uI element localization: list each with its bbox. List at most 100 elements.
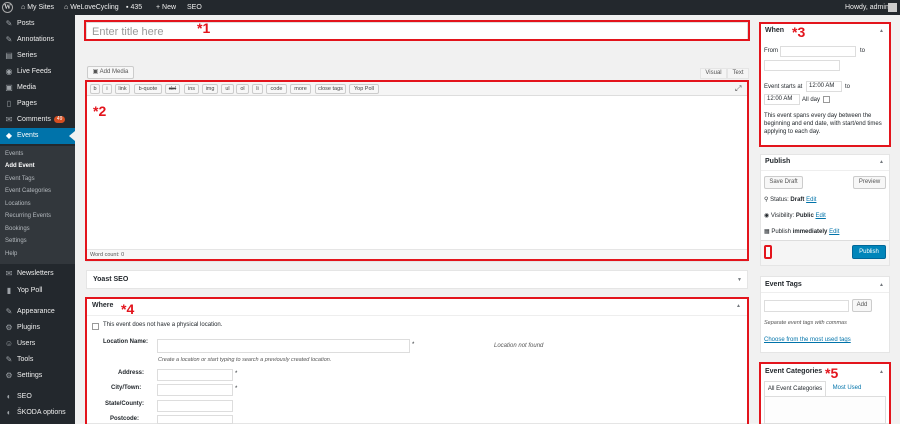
settings-icon: ⚙ [5, 371, 13, 380]
annotation-box-2 [85, 80, 749, 261]
submenu-events[interactable]: Events [5, 149, 23, 159]
menu-label: Events [17, 132, 39, 139]
annotation-label-3: *3 [792, 24, 806, 40]
site-name-link[interactable]: ⌂ WeLoveCycling [64, 0, 119, 15]
current-menu-arrow [69, 131, 75, 141]
avatar[interactable] [888, 3, 897, 12]
seo-icon: ◐ [6, 392, 12, 401]
submenu-help[interactable]: Help [5, 249, 17, 259]
feed-icon: ◉ [5, 67, 13, 76]
comments-badge: 49 [53, 116, 66, 123]
my-sites-link[interactable]: ⌂ My Sites [21, 0, 54, 15]
submenu-bookings[interactable]: Bookings [5, 224, 30, 234]
users-icon: ☺ [4, 339, 14, 348]
menu-appearance[interactable]: ✎ Appearance [0, 304, 75, 320]
new-content-link[interactable]: + New [156, 0, 176, 15]
menu-label: Tools [17, 356, 34, 363]
annotation-label-5: *5 [825, 365, 839, 381]
menu-label: Annotations [17, 36, 54, 43]
submenu-recurring-events[interactable]: Recurring Events [5, 211, 51, 221]
menu-plugins[interactable]: ⚙ Plugins [0, 320, 75, 336]
annotation-label-2: *2 [93, 103, 107, 119]
menu-seo[interactable]: ◐ SEO [0, 389, 75, 405]
tools-icon: ✎ [5, 355, 13, 364]
series-icon: ▤ [5, 51, 13, 60]
publish-button[interactable]: Publish [852, 245, 886, 259]
status-value: Draft [790, 197, 805, 203]
preview-button[interactable]: Preview [853, 176, 886, 189]
add-media-button[interactable]: ▣ Add Media [87, 66, 134, 79]
site-name-label: WeLoveCycling [70, 4, 119, 11]
visibility-edit-link[interactable]: Edit [816, 213, 826, 219]
status-edit-link[interactable]: Edit [806, 197, 816, 203]
chevron-up-icon[interactable]: ▲ [879, 159, 884, 165]
menu-events[interactable]: ◆ Events [0, 128, 75, 144]
comment-icon: ✉ [5, 115, 13, 124]
menu-newsletters[interactable]: ✉ Newsletters [0, 266, 75, 282]
divider [761, 170, 889, 171]
menu-media[interactable]: ▣ Media [0, 80, 75, 96]
menu-skoda-options[interactable]: ◐ ŠKODA options [0, 405, 75, 421]
menu-label: Series [17, 52, 37, 59]
menu-pages[interactable]: ▯ Pages [0, 96, 75, 112]
menu-label: Plugins [17, 324, 40, 331]
chevron-down-icon[interactable]: ▼ [737, 277, 742, 283]
menu-live-feeds[interactable]: ◉ Live Feeds [0, 64, 75, 80]
menu-series[interactable]: ▤ Series [0, 48, 75, 64]
menu-label: Users [17, 340, 36, 347]
howdy-link[interactable]: Howdy, admin [845, 0, 889, 15]
status-label: Status: [770, 197, 789, 203]
divider [761, 292, 889, 293]
poll-icon: ▮ [6, 286, 12, 295]
event-tags-hint: Separate event tags with commas [764, 320, 847, 326]
appearance-icon: ✎ [5, 307, 13, 316]
menu-label: SEO [17, 393, 32, 400]
menu-tools[interactable]: ✎ Tools [0, 352, 75, 368]
choose-tags-link[interactable]: Choose from the most used tags [764, 337, 851, 343]
annotation-label-4: *4 [121, 301, 135, 317]
submenu-add-event[interactable]: Add Event [5, 161, 35, 171]
wordpress-logo-icon[interactable]: W [2, 2, 13, 13]
submenu-settings[interactable]: Settings [5, 236, 27, 246]
tab-text[interactable]: Text [727, 68, 749, 79]
save-draft-button[interactable]: Save Draft [764, 176, 803, 189]
publish-label: Publish [771, 229, 792, 235]
trash-icon[interactable] [764, 245, 772, 259]
submenu-event-categories[interactable]: Event Categories [5, 186, 51, 196]
eye-icon: ◉ [764, 213, 771, 219]
submenu-event-tags[interactable]: Event Tags [5, 174, 35, 184]
visibility-label: Visibility: [770, 213, 795, 219]
submenu-locations[interactable]: Locations [5, 199, 31, 209]
newsletter-icon: ✉ [5, 269, 13, 278]
menu-label: Media [17, 84, 37, 91]
menu-posts[interactable]: ✎ Posts [0, 16, 75, 32]
new-label: New [162, 4, 177, 11]
menu-users[interactable]: ☺ Users [0, 336, 75, 352]
add-tag-button[interactable]: Add [852, 299, 872, 312]
page-icon: ▯ [6, 99, 12, 108]
event-tags-input[interactable] [764, 300, 849, 312]
yoast-title: Yoast SEO [93, 276, 129, 283]
annotation-box-1 [84, 20, 750, 41]
annotation-label-1: *1 [197, 20, 211, 36]
chevron-up-icon[interactable]: ▲ [879, 282, 884, 288]
schedule-row: ▦ Publish immediately Edit [764, 228, 839, 235]
event-tags-title: Event Tags [765, 281, 802, 288]
menu-label: Newsletters [17, 270, 54, 277]
menu-yop-poll[interactable]: ▮ Yop Poll [0, 283, 75, 299]
menu-label: Live Feeds [17, 68, 52, 75]
menu-comments[interactable]: ✉ Comments 49 [0, 112, 75, 128]
seo-link[interactable]: SEO [187, 0, 202, 15]
menu-settings[interactable]: ⚙ Settings [0, 368, 75, 384]
schedule-edit-link[interactable]: Edit [829, 229, 839, 235]
status-row: ⚲ Status: Draft Edit [764, 196, 816, 203]
pin-icon: ✎ [5, 19, 13, 28]
visibility-value: Public [795, 213, 814, 219]
menu-label: Yop Poll [17, 287, 43, 294]
comments-link[interactable]: ▪ 435 [126, 0, 142, 15]
tab-visual[interactable]: Visual [700, 68, 727, 79]
publish-title: Publish [765, 158, 791, 165]
menu-annotations[interactable]: ✎ Annotations [0, 32, 75, 48]
publish-value: immediately [792, 229, 828, 235]
yoast-box[interactable]: Yoast SEO ▼ [86, 270, 748, 289]
